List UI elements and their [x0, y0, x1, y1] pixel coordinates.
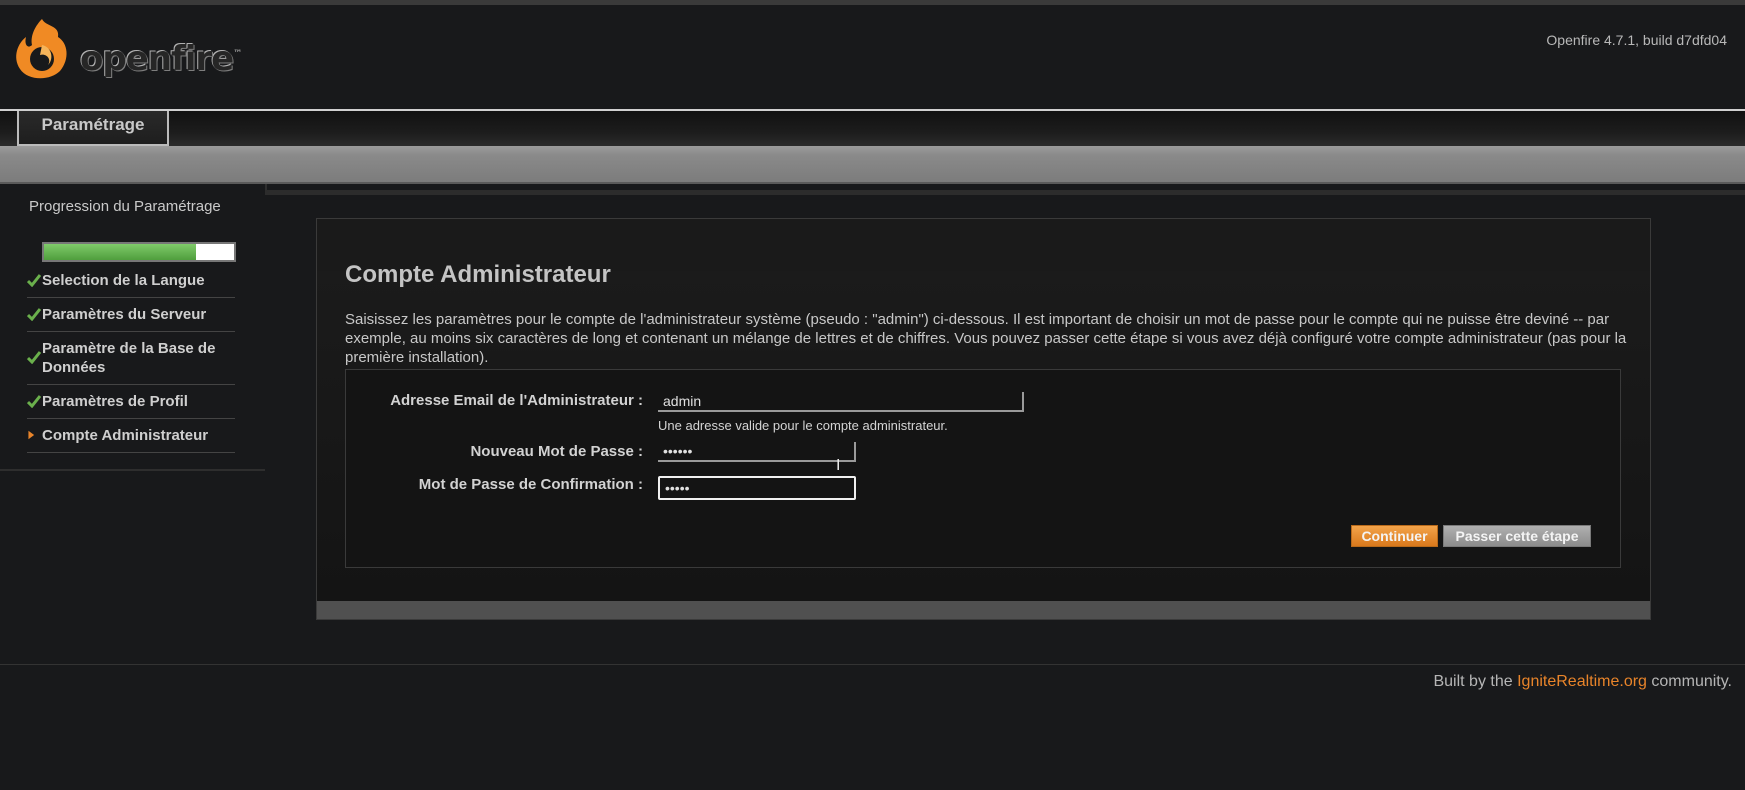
- step-label: Paramètres de Profil: [42, 393, 188, 410]
- checkmark-icon: [27, 351, 41, 364]
- openfire-logo: openfire™: [12, 15, 242, 87]
- step-label: Paramètre de la Base de Données: [42, 340, 216, 376]
- step-server[interactable]: Paramètres du Serveur: [27, 298, 235, 332]
- tab-parametrage[interactable]: Paramétrage: [17, 111, 169, 146]
- confirm-password-field[interactable]: [658, 476, 856, 500]
- checkmark-icon: [27, 274, 41, 287]
- continue-button[interactable]: Continuer: [1351, 525, 1438, 547]
- ignite-realtime-link[interactable]: IgniteRealtime.org: [1517, 673, 1647, 690]
- sidebar: Progression du Paramétrage Selection de …: [0, 184, 267, 471]
- header: openfire™ Openfire 4.7.1, build d7dfd04: [0, 5, 1745, 109]
- content-box: Compte Administrateur Saisissez les para…: [316, 218, 1651, 620]
- checkmark-icon: [27, 395, 41, 408]
- footer-suffix: community.: [1646, 673, 1732, 690]
- version-label: Openfire 4.7.1, build d7dfd04: [1546, 32, 1727, 48]
- logo-text: openfire™: [80, 39, 242, 79]
- step-language[interactable]: Selection de la Langue: [27, 264, 235, 298]
- step-label: Selection de la Langue: [42, 272, 205, 289]
- step-label: Paramètres du Serveur: [42, 306, 207, 323]
- footer-prefix: Built by the: [1433, 673, 1518, 690]
- progress-fill: [44, 244, 196, 260]
- setup-progress-bar: [42, 242, 236, 262]
- current-step-arrow-icon: [28, 430, 35, 440]
- step-label: Compte Administrateur: [42, 427, 209, 444]
- footer-divider: [0, 664, 1745, 665]
- step-admin-account[interactable]: Compte Administrateur: [27, 419, 235, 453]
- email-label: Adresse Email de l'Administrateur :: [390, 392, 643, 409]
- password-label: Nouveau Mot de Passe :: [470, 443, 643, 460]
- intro-text: Saisissez les paramètres pour le compte …: [345, 311, 1627, 366]
- sub-nav-band: [0, 146, 1745, 184]
- step-database[interactable]: Paramètre de la Base de Données: [27, 332, 235, 385]
- skip-step-button[interactable]: Passer cette étape: [1443, 525, 1591, 547]
- footer: Built by the IgniteRealtime.org communit…: [1433, 673, 1732, 691]
- tab-bar: Paramétrage: [0, 109, 1745, 148]
- setup-steps: Selection de la Langue Paramètres du Ser…: [27, 264, 235, 453]
- confirm-password-label: Mot de Passe de Confirmation :: [418, 476, 643, 493]
- new-password-field[interactable]: [658, 442, 856, 462]
- page-title: Compte Administrateur: [345, 261, 611, 288]
- email-field[interactable]: [658, 392, 1024, 412]
- text-cursor-icon: I: [836, 457, 841, 474]
- progress-title: Progression du Paramétrage: [29, 198, 221, 215]
- flame-icon: [16, 19, 67, 79]
- admin-account-form: Adresse Email de l'Administrateur : Une …: [345, 369, 1621, 568]
- step-profile[interactable]: Paramètres de Profil: [27, 385, 235, 419]
- email-hint: Une adresse valide pour le compte admini…: [658, 418, 948, 433]
- checkmark-icon: [27, 308, 41, 321]
